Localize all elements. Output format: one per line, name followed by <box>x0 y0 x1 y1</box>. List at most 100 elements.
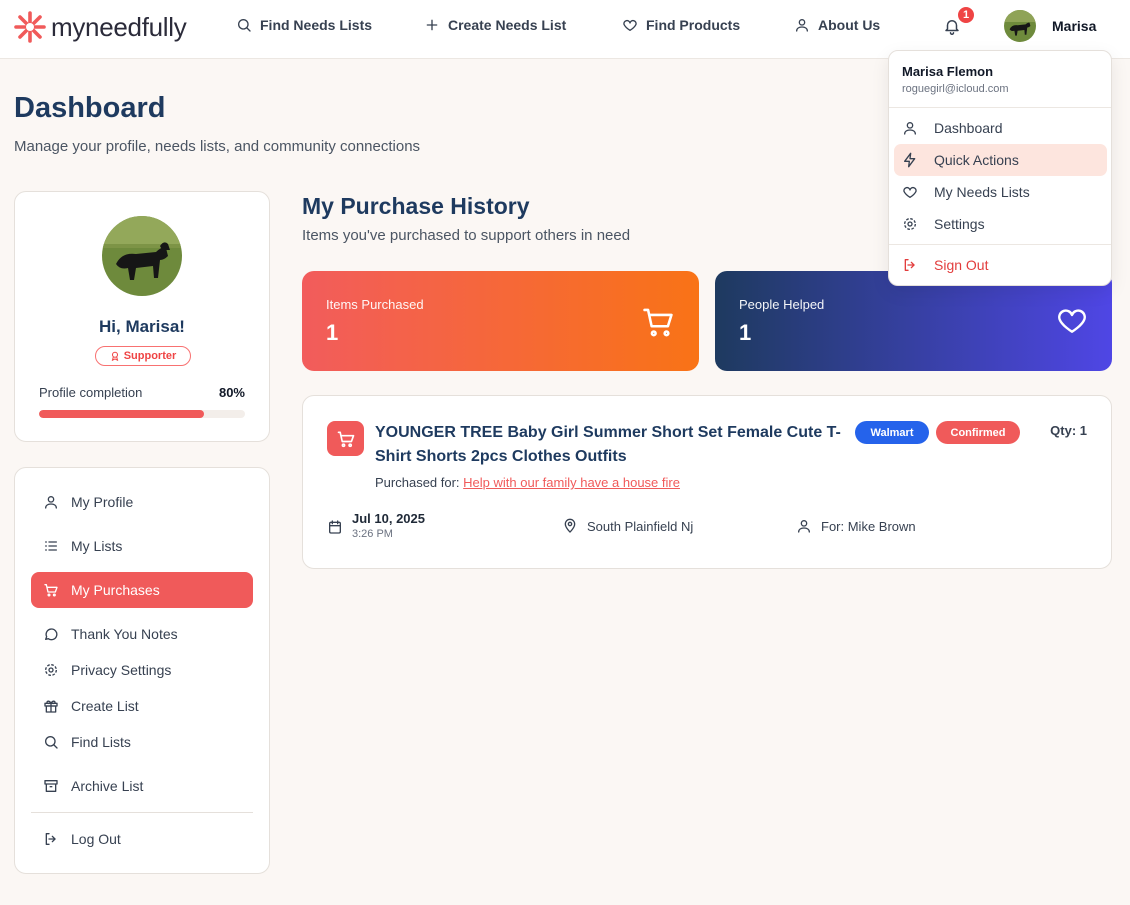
logout-icon <box>904 259 915 271</box>
nav-find-needs-lists-label: Find Needs Lists <box>260 17 373 33</box>
dropdown-item-quick-actions[interactable]: Quick Actions <box>894 144 1107 176</box>
purchase-date: Jul 10, 2025 3:26 PM <box>327 511 425 540</box>
stat-label: People Helped <box>739 297 825 312</box>
archive-icon <box>44 780 58 792</box>
nav-about-us[interactable]: About Us <box>794 17 880 33</box>
list-icon <box>45 541 57 551</box>
brand-logo[interactable]: myneedfully <box>13 10 187 44</box>
purchase-time-value: 3:26 PM <box>352 528 393 540</box>
gear-icon <box>45 664 57 676</box>
purchase-date-value: Jul 10, 2025 <box>352 511 425 526</box>
sidebar-item-my-lists[interactable]: My Lists <box>31 528 253 564</box>
dropdown-item-label: Settings <box>934 216 985 232</box>
purchased-for-label: Purchased for: <box>375 475 460 490</box>
purchase-history-subtitle: Items you've purchased to support others… <box>302 227 631 244</box>
notification-count-badge: 1 <box>956 5 976 25</box>
award-icon <box>111 351 118 361</box>
lightning-icon <box>904 152 916 168</box>
dropdown-item-label: Quick Actions <box>934 152 1019 168</box>
logout-icon <box>45 833 56 845</box>
gift-icon <box>44 700 58 713</box>
purchase-quantity: Qty: 1 <box>1050 423 1087 438</box>
nav-create-needs-list[interactable]: Create Needs List <box>424 17 566 33</box>
user-icon <box>904 122 916 135</box>
dropdown-item-label: My Needs Lists <box>934 184 1030 200</box>
heart-icon <box>623 19 637 31</box>
gear-icon <box>904 218 916 230</box>
nav-find-products[interactable]: Find Products <box>622 17 740 33</box>
sidebar-item-log-out[interactable]: Log Out <box>31 821 253 857</box>
purchase-recipient: For: Mike Brown <box>796 518 916 534</box>
nav-find-needs-lists[interactable]: Find Needs Lists <box>236 17 372 33</box>
sidebar-item-privacy-settings[interactable]: Privacy Settings <box>31 652 253 688</box>
sidebar-item-label: Thank You Notes <box>71 626 178 642</box>
store-badge: Walmart <box>855 421 929 444</box>
header-user-name[interactable]: Marisa <box>1052 18 1096 34</box>
sidebar-item-label: Archive List <box>71 778 144 794</box>
page-title: Dashboard <box>14 92 166 124</box>
sidebar-divider <box>31 812 253 813</box>
dropdown-item-my-needs-lists[interactable]: My Needs Lists <box>894 176 1107 208</box>
profile-avatar <box>102 216 182 296</box>
purchase-location-value: South Plainfield Nj <box>587 518 694 534</box>
purchase-history-title: My Purchase History <box>302 193 530 219</box>
calendar-icon <box>329 520 341 534</box>
stat-value: 1 <box>739 320 752 345</box>
sidebar-item-label: My Purchases <box>71 582 160 598</box>
sidebar-item-my-purchases[interactable]: My Purchases <box>31 572 253 608</box>
sidebar-item-label: Privacy Settings <box>71 662 172 678</box>
supporter-badge-label: Supporter <box>123 350 177 362</box>
sidebar-item-label: Log Out <box>71 831 121 847</box>
user-icon <box>798 520 810 533</box>
stat-items-purchased: Items Purchased 1 <box>302 271 699 371</box>
dropdown-item-dashboard[interactable]: Dashboard <box>894 112 1107 144</box>
user-icon <box>796 19 808 32</box>
sidebar-item-label: My Profile <box>71 494 134 510</box>
purchased-for-link[interactable]: Help with our family have a house fire <box>463 475 680 490</box>
plus-icon <box>426 19 438 31</box>
heart-icon <box>1056 305 1088 337</box>
sidebar-item-create-list[interactable]: Create List <box>31 688 253 724</box>
purchase-location: South Plainfield Nj <box>562 518 693 534</box>
sidebar-item-find-lists[interactable]: Find Lists <box>31 724 253 760</box>
nav-create-needs-list-label: Create Needs List <box>448 17 567 33</box>
dropdown-item-label: Sign Out <box>934 257 989 273</box>
sidebar-nav: My Profile My Lists My Purchases Thank Y… <box>14 467 270 874</box>
logo-mark-icon <box>14 11 46 43</box>
dropdown-user-name: Marisa Flemon <box>902 64 994 79</box>
cart-icon <box>44 584 58 597</box>
profile-completion-fill <box>39 410 204 418</box>
dropdown-item-label: Dashboard <box>934 120 1003 136</box>
nav-find-products-label: Find Products <box>646 17 741 33</box>
sidebar-item-archive-list[interactable]: Archive List <box>31 768 253 804</box>
cart-icon <box>327 421 364 456</box>
sidebar-item-my-profile[interactable]: My Profile <box>31 484 253 520</box>
supporter-badge: Supporter <box>95 346 191 366</box>
purchase-item-card: YOUNGER TREE Baby Girl Summer Short Set … <box>302 395 1112 569</box>
sidebar-item-label: Find Lists <box>71 734 131 750</box>
profile-completion-label: Profile completion <box>39 385 143 400</box>
page-subtitle: Manage your profile, needs lists, and co… <box>14 138 421 155</box>
map-pin-icon <box>564 518 576 533</box>
heart-icon <box>903 186 917 198</box>
search-icon <box>45 736 58 749</box>
brand-name: myneedfully <box>51 11 187 42</box>
dropdown-divider <box>889 107 1111 108</box>
status-badge: Confirmed <box>936 421 1020 444</box>
dropdown-user-email: roguegirl@icloud.com <box>902 83 1009 95</box>
purchase-recipient-value: For: Mike Brown <box>821 518 916 534</box>
dropdown-item-sign-out[interactable]: Sign Out <box>894 249 1107 281</box>
sidebar-item-label: Create List <box>71 698 139 714</box>
profile-completion-value: 80% <box>218 385 245 400</box>
profile-greeting: Hi, Marisa! <box>99 317 185 336</box>
stat-people-helped: People Helped 1 <box>715 271 1112 371</box>
purchase-item-title: YOUNGER TREE Baby Girl Summer Short Set … <box>375 424 841 465</box>
profile-completion-bar <box>39 410 245 418</box>
search-icon <box>238 19 251 32</box>
purchased-for: Purchased for: Help with our family have… <box>375 475 680 490</box>
sidebar-item-thank-you-notes[interactable]: Thank You Notes <box>31 616 253 652</box>
header-avatar[interactable] <box>1004 10 1036 42</box>
dropdown-item-settings[interactable]: Settings <box>894 208 1107 240</box>
message-icon <box>45 628 58 641</box>
user-dropdown-menu: Marisa Flemon roguegirl@icloud.com Dashb… <box>888 50 1112 286</box>
